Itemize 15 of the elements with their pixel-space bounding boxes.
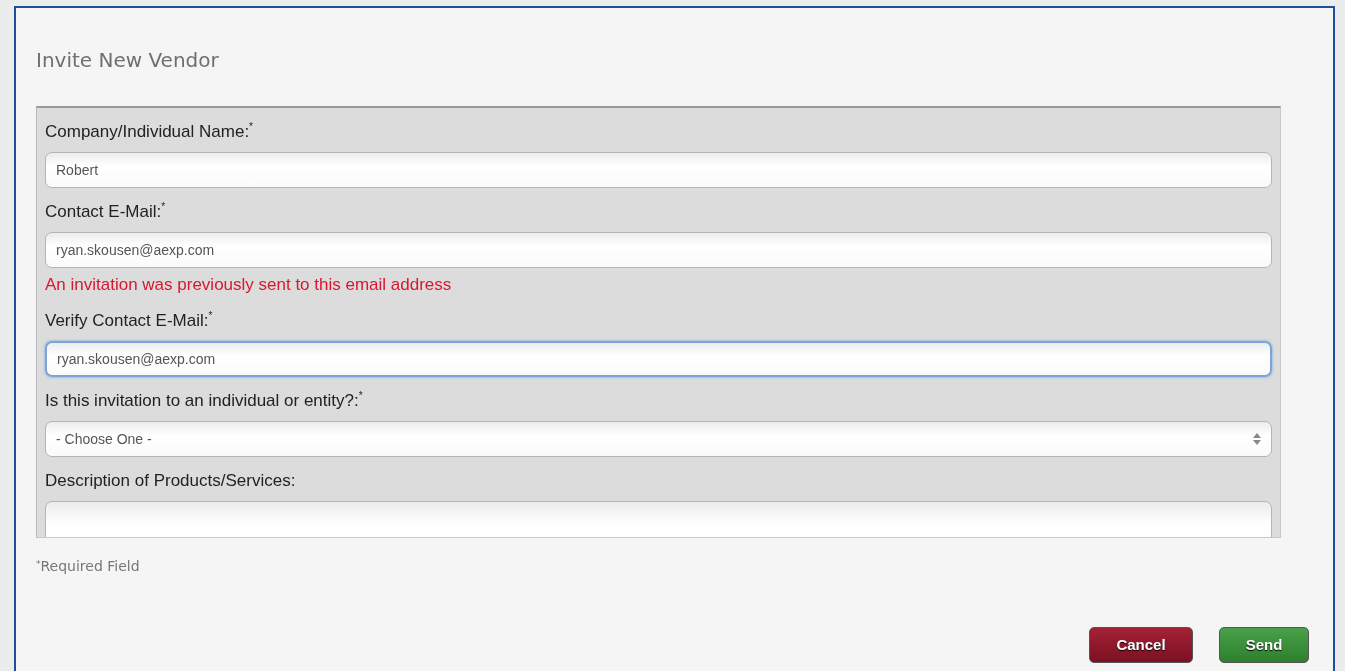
send-button[interactable]: Send [1219, 627, 1309, 663]
required-field-note: $^{*}$Required Field [36, 557, 141, 576]
updown-arrows-icon [1253, 433, 1261, 445]
error-message: An invitation was previously sent to this email address [45, 274, 453, 296]
input-field[interactable]: Robert [45, 152, 1272, 188]
input-field[interactable]: ryan.skousen@aexp.com [45, 341, 1272, 377]
field-label: Contact E-Mail:$^{*}$ [45, 200, 167, 223]
field-label: Company/Individual Name:$^{*}$ [45, 120, 254, 143]
field-label: Verify Contact E-Mail:$^{*}$ [45, 309, 214, 332]
field-label: Is this invitation to an individual or entity?:$^{*}$ [45, 389, 364, 412]
input-field[interactable]: ryan.skousen@aexp.com [45, 232, 1272, 268]
field-label: Description of Products/Services: [45, 470, 297, 492]
dialog-title: Invite New Vendor [36, 48, 220, 72]
select-dropdown[interactable]: - Choose One - [45, 421, 1272, 457]
cancel-button[interactable]: Cancel [1089, 627, 1193, 663]
